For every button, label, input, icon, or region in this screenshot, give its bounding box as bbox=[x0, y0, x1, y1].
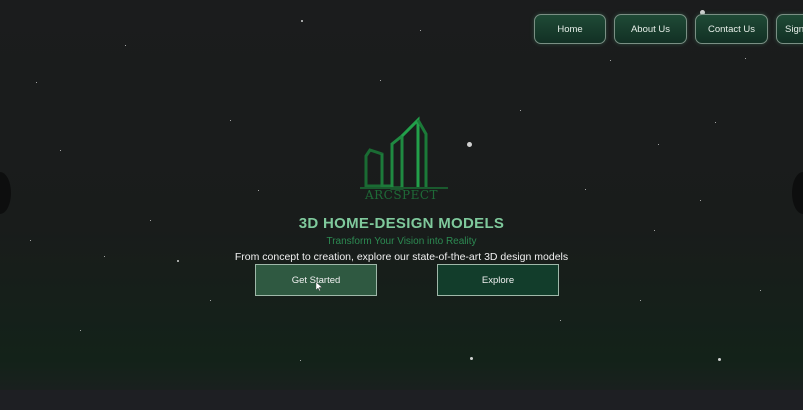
explore-button[interactable]: Explore bbox=[437, 264, 559, 296]
hero-subtitle: Transform Your Vision into Reality bbox=[326, 236, 477, 247]
nav-contact-button[interactable]: Contact Us bbox=[695, 14, 768, 44]
top-nav: Home About Us Contact Us Sign bbox=[534, 14, 803, 44]
nav-sign-button[interactable]: Sign bbox=[776, 14, 803, 44]
logo-text: ARCSPECT bbox=[364, 188, 439, 202]
nav-about-button[interactable]: About Us bbox=[614, 14, 687, 44]
get-started-button[interactable]: Get Started bbox=[255, 264, 377, 296]
hero-title: 3D HOME-DESIGN MODELS bbox=[298, 215, 505, 232]
hero-description: From concept to creation, explore our st… bbox=[234, 251, 569, 263]
mouse-cursor-icon bbox=[316, 282, 322, 291]
nav-home-button[interactable]: Home bbox=[534, 14, 606, 44]
bottom-bar bbox=[0, 390, 803, 410]
